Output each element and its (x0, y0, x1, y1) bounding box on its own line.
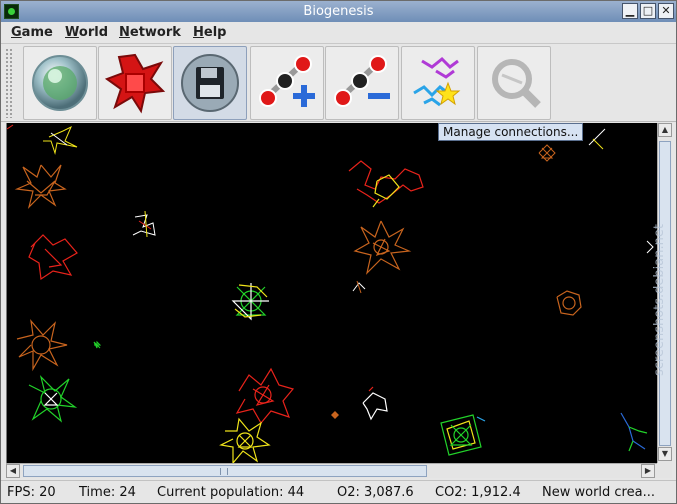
horizontal-scrollbar[interactable]: ◀ ▶ (6, 463, 657, 478)
scroll-left-icon[interactable]: ◀ (6, 464, 20, 478)
status-co2: CO2: 1,912.4 (435, 485, 521, 500)
organism-white-1 (7, 124, 78, 155)
toolbar-button-2[interactable] (98, 46, 172, 120)
status-time: Time: 24 (79, 485, 136, 500)
menu-bar: Game World Network Help (1, 22, 676, 44)
floppy-disk-icon (181, 54, 239, 112)
organism-white-4 (352, 280, 366, 294)
organism-red-2 (348, 160, 424, 208)
toolbar-button-6[interactable] (401, 46, 475, 120)
tooltip-manage-connections: Manage connections... (438, 123, 584, 141)
red-burst-icon (104, 53, 166, 114)
status-bar: FPS: 20 Time: 24 Current population: 44 … (1, 480, 676, 503)
crystal-sphere-icon (32, 55, 88, 111)
menu-help[interactable]: Help (193, 25, 226, 40)
organism-orange-1 (14, 164, 67, 209)
organism-green-4 (440, 414, 486, 456)
organism-green-1 (231, 283, 269, 321)
scroll-down-icon[interactable]: ▼ (658, 447, 672, 461)
window-title: Biogenesis (303, 4, 374, 19)
toolbar-button-4[interactable] (250, 46, 324, 120)
window-controls: ▁ □ ✕ (622, 3, 674, 19)
status-population: Current population: 44 (157, 485, 305, 500)
organism-green-2 (93, 340, 102, 349)
decrease-co2-icon (334, 55, 390, 107)
toolbar-button-3[interactable] (173, 46, 247, 120)
close-icon[interactable]: ✕ (658, 3, 674, 19)
app-window: Biogenesis ▁ □ ✕ Game World Network Help (0, 0, 677, 504)
world-canvas[interactable] (7, 123, 657, 463)
minimize-icon[interactable]: ▁ (622, 3, 638, 19)
organism-orange-5 (16, 319, 68, 372)
organism-red-1 (28, 234, 78, 281)
title-bar[interactable]: Biogenesis ▁ □ ✕ (1, 1, 676, 22)
organism-orange-6 (331, 411, 339, 419)
organism-orange-4 (556, 290, 582, 316)
menu-world[interactable]: World (65, 25, 108, 40)
increase-co2-icon (259, 55, 315, 107)
organism-white-3 (588, 128, 606, 150)
manage-connections-icon (413, 56, 461, 107)
scroll-right-icon[interactable]: ▶ (641, 464, 655, 478)
organism-white-5 (362, 386, 388, 421)
organism-white-2 (132, 210, 156, 238)
organism-green-3 (28, 375, 78, 423)
toolbar-button-5[interactable] (325, 46, 399, 120)
toolbar-button-7 (477, 46, 551, 120)
status-message: New world crea... (542, 485, 655, 500)
toolbar-button-1[interactable] (23, 46, 97, 120)
status-fps: FPS: 20 (7, 485, 56, 500)
scroll-up-icon[interactable]: ▲ (658, 123, 672, 137)
organism-orange-3 (538, 144, 556, 162)
organism-red-3 (235, 367, 295, 425)
scroll-corner (657, 463, 672, 478)
toolbar-grip[interactable] (5, 48, 13, 118)
menu-game[interactable]: Game (11, 25, 53, 40)
disabled-magnifier-icon (492, 59, 541, 108)
horizontal-scroll-thumb[interactable] (23, 465, 427, 477)
organism-yellow-1 (219, 417, 271, 463)
watermark: screenshots.debian.net (652, 224, 667, 376)
organism-orange-2 (353, 220, 412, 275)
world-view[interactable] (6, 123, 657, 463)
menu-network[interactable]: Network (119, 25, 181, 40)
maximize-icon[interactable]: □ (640, 3, 656, 19)
status-o2: O2: 3,087.6 (337, 485, 414, 500)
toolbar (1, 44, 676, 122)
organism-blue-1 (620, 412, 648, 452)
